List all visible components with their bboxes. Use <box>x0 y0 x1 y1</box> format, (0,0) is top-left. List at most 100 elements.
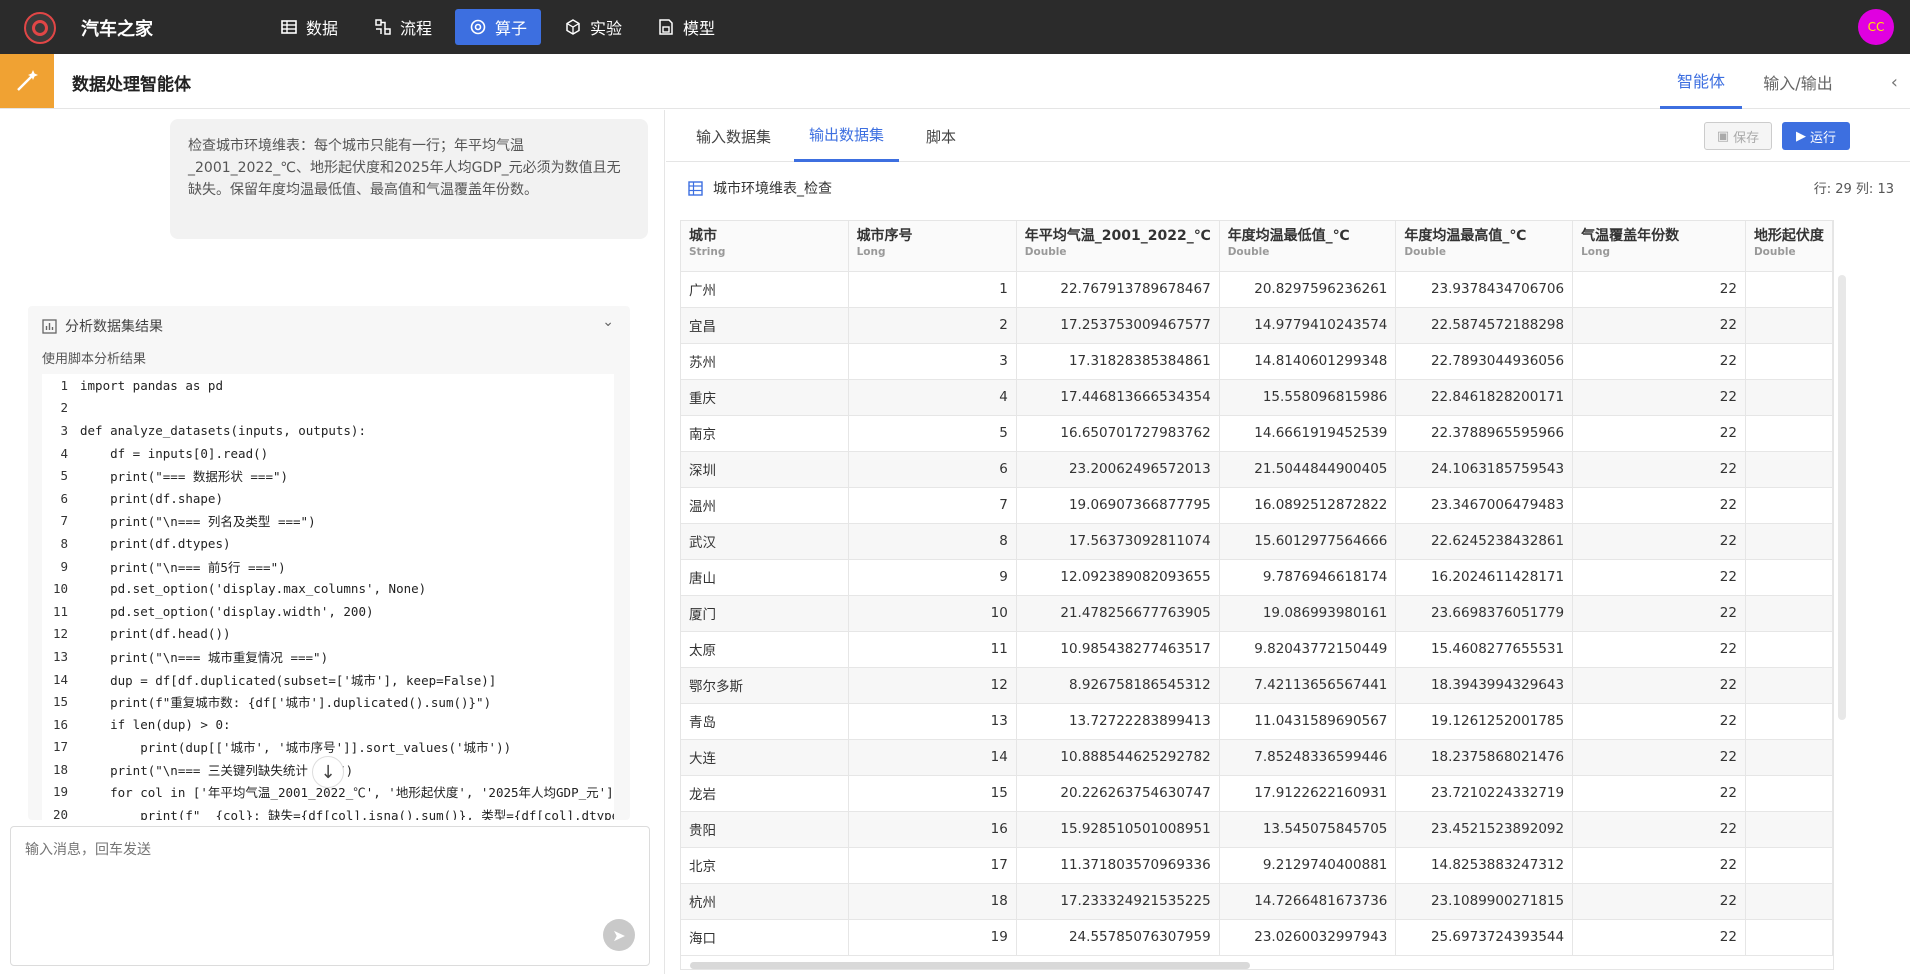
column-header[interactable]: 年平均气温_2001_2022_℃ Double <box>1016 221 1220 272</box>
table-row[interactable]: 深圳 6 23.20062496572013 21.5044844900405 24.1… <box>681 451 1833 488</box>
table-cell[interactable]: 22 <box>1572 451 1746 488</box>
table-cell[interactable]: 22.7893044936056 <box>1395 343 1574 380</box>
table-cell[interactable]: 19.1261252001785 <box>1395 703 1574 740</box>
nav-item-operator[interactable]: 算子 <box>455 9 542 45</box>
table-cell[interactable] <box>1745 739 1833 776</box>
table-cell[interactable]: 17.233324921535225 <box>1016 883 1220 920</box>
nav-item-model[interactable]: 模型 <box>643 9 729 45</box>
column-header[interactable]: 年度均温最低值_℃ Double <box>1219 221 1397 272</box>
table-cell[interactable]: 北京 <box>681 847 849 884</box>
code-editor[interactable]: 1 import pandas as pd 2 3 def analyze_datase… <box>42 374 614 820</box>
table-cell[interactable]: 22 <box>1572 775 1746 812</box>
table-cell[interactable]: 10.985438277463517 <box>1016 631 1220 668</box>
table-cell[interactable]: 22 <box>1572 415 1746 452</box>
column-header[interactable]: 城市序号 Long <box>848 221 1017 272</box>
table-row[interactable]: 广州 1 22.767913789678467 20.8297596236261 23.… <box>681 271 1833 308</box>
table-cell[interactable]: 9.82043772150449 <box>1219 631 1397 668</box>
table-cell[interactable]: 15 <box>848 775 1017 812</box>
table-row[interactable]: 龙岩 15 20.226263754630747 17.9122622160931 23… <box>681 775 1833 812</box>
table-cell[interactable]: 20.8297596236261 <box>1219 271 1397 308</box>
table-cell[interactable]: 22 <box>1572 739 1746 776</box>
table-cell[interactable]: 18 <box>848 883 1017 920</box>
table-cell[interactable]: 16 <box>848 811 1017 848</box>
table-cell[interactable]: 25.6973724393544 <box>1395 919 1574 956</box>
tab-input-output[interactable]: 输入/输出 <box>1752 54 1844 109</box>
scroll-down-arrow-icon[interactable]: ↓ <box>312 756 344 788</box>
table-cell[interactable]: 22 <box>1572 883 1746 920</box>
table-cell[interactable]: 14.8140601299348 <box>1219 343 1397 380</box>
table-cell[interactable]: 18.2375868021476 <box>1395 739 1574 776</box>
run-button[interactable]: ▶ 运行 <box>1782 122 1850 150</box>
table-cell[interactable]: 15.6012977564666 <box>1219 523 1397 560</box>
table-cell[interactable]: 15.4608277655531 <box>1395 631 1574 668</box>
table-cell[interactable] <box>1745 415 1833 452</box>
table-cell[interactable]: 龙岩 <box>681 775 849 812</box>
table-cell[interactable]: 22.767913789678467 <box>1016 271 1220 308</box>
table-cell[interactable]: 24.1063185759543 <box>1395 451 1574 488</box>
nav-item-flow[interactable]: 流程 <box>360 9 446 45</box>
column-header[interactable]: 地形起伏度 Double <box>1745 221 1833 272</box>
table-cell[interactable]: 23.7210224332719 <box>1395 775 1574 812</box>
app-logo-icon[interactable] <box>24 12 56 44</box>
table-row[interactable]: 宜昌 2 17.253753009467577 14.9779410243574 22.… <box>681 307 1833 344</box>
table-cell[interactable] <box>1745 595 1833 632</box>
table-cell[interactable] <box>1745 811 1833 848</box>
table-cell[interactable]: 13 <box>848 703 1017 740</box>
table-row[interactable]: 太原 11 10.985438277463517 9.82043772150449 15… <box>681 631 1833 668</box>
table-cell[interactable]: 22 <box>1572 631 1746 668</box>
table-cell[interactable]: 11 <box>848 631 1017 668</box>
table-cell[interactable] <box>1745 271 1833 308</box>
table-cell[interactable]: 22.5874572188298 <box>1395 307 1574 344</box>
table-cell[interactable]: 13.545075845705 <box>1219 811 1397 848</box>
table-cell[interactable]: 8.926758186545312 <box>1016 667 1220 704</box>
table-row[interactable]: 武汉 8 17.56373092811074 15.6012977564666 22.6… <box>681 523 1833 560</box>
table-cell[interactable] <box>1745 487 1833 524</box>
table-cell[interactable]: 22 <box>1572 559 1746 596</box>
table-cell[interactable]: 17.446813666534354 <box>1016 379 1220 416</box>
table-cell[interactable]: 宜昌 <box>681 307 849 344</box>
save-button[interactable]: ▣ 保存 <box>1704 122 1772 150</box>
table-cell[interactable]: 14.6661919452539 <box>1219 415 1397 452</box>
table-cell[interactable]: 21.478256677763905 <box>1016 595 1220 632</box>
table-cell[interactable]: 14.7266481673736 <box>1219 883 1397 920</box>
table-cell[interactable]: 重庆 <box>681 379 849 416</box>
table-cell[interactable]: 广州 <box>681 271 849 308</box>
table-cell[interactable]: 10.888544625292782 <box>1016 739 1220 776</box>
table-cell[interactable]: 1 <box>848 271 1017 308</box>
table-cell[interactable]: 24.55785076307959 <box>1016 919 1220 956</box>
table-cell[interactable]: 2 <box>848 307 1017 344</box>
table-cell[interactable]: 17.9122622160931 <box>1219 775 1397 812</box>
table-cell[interactable]: 12.092389082093655 <box>1016 559 1220 596</box>
chevron-down-icon[interactable]: ⌄ <box>602 314 614 330</box>
table-cell[interactable]: 贵阳 <box>681 811 849 848</box>
table-cell[interactable]: 南京 <box>681 415 849 452</box>
table-cell[interactable]: 22 <box>1572 271 1746 308</box>
table-row[interactable]: 温州 7 19.06907366877795 16.0892512872822 23.3… <box>681 487 1833 524</box>
table-cell[interactable]: 19 <box>848 919 1017 956</box>
table-row[interactable]: 南京 5 16.650701727983762 14.6661919452539 22.… <box>681 415 1833 452</box>
table-row[interactable]: 北京 17 11.371803570969336 9.2129740400881 14.… <box>681 847 1833 884</box>
table-cell[interactable]: 8 <box>848 523 1017 560</box>
table-cell[interactable]: 唐山 <box>681 559 849 596</box>
table-cell[interactable] <box>1745 307 1833 344</box>
table-cell[interactable]: 鄂尔多斯 <box>681 667 849 704</box>
column-header[interactable]: 年度均温最高值_℃ Double <box>1395 221 1574 272</box>
table-cell[interactable]: 16.650701727983762 <box>1016 415 1220 452</box>
table-cell[interactable]: 22 <box>1572 811 1746 848</box>
table-row[interactable]: 苏州 3 17.31828385384861 14.8140601299348 22.7… <box>681 343 1833 380</box>
table-row[interactable]: 海口 19 24.55785076307959 23.0260032997943 25.… <box>681 919 1833 956</box>
tab-agent[interactable]: 智能体 <box>1660 54 1742 109</box>
table-cell[interactable]: 太原 <box>681 631 849 668</box>
table-cell[interactable]: 23.3467006479483 <box>1395 487 1574 524</box>
tab-output-dataset[interactable]: 输出数据集 <box>794 110 900 162</box>
table-cell[interactable]: 22 <box>1572 379 1746 416</box>
table-cell[interactable]: 14 <box>848 739 1017 776</box>
table-cell[interactable] <box>1745 379 1833 416</box>
table-cell[interactable]: 23.6698376051779 <box>1395 595 1574 632</box>
nav-item-data[interactable]: 数据 <box>266 9 352 45</box>
table-cell[interactable] <box>1745 667 1833 704</box>
table-row[interactable]: 厦门 10 21.478256677763905 19.086993980161 23.… <box>681 595 1833 632</box>
table-cell[interactable]: 7.42113656567441 <box>1219 667 1397 704</box>
table-cell[interactable]: 23.1089900271815 <box>1395 883 1574 920</box>
table-cell[interactable]: 22.8461828200171 <box>1395 379 1574 416</box>
